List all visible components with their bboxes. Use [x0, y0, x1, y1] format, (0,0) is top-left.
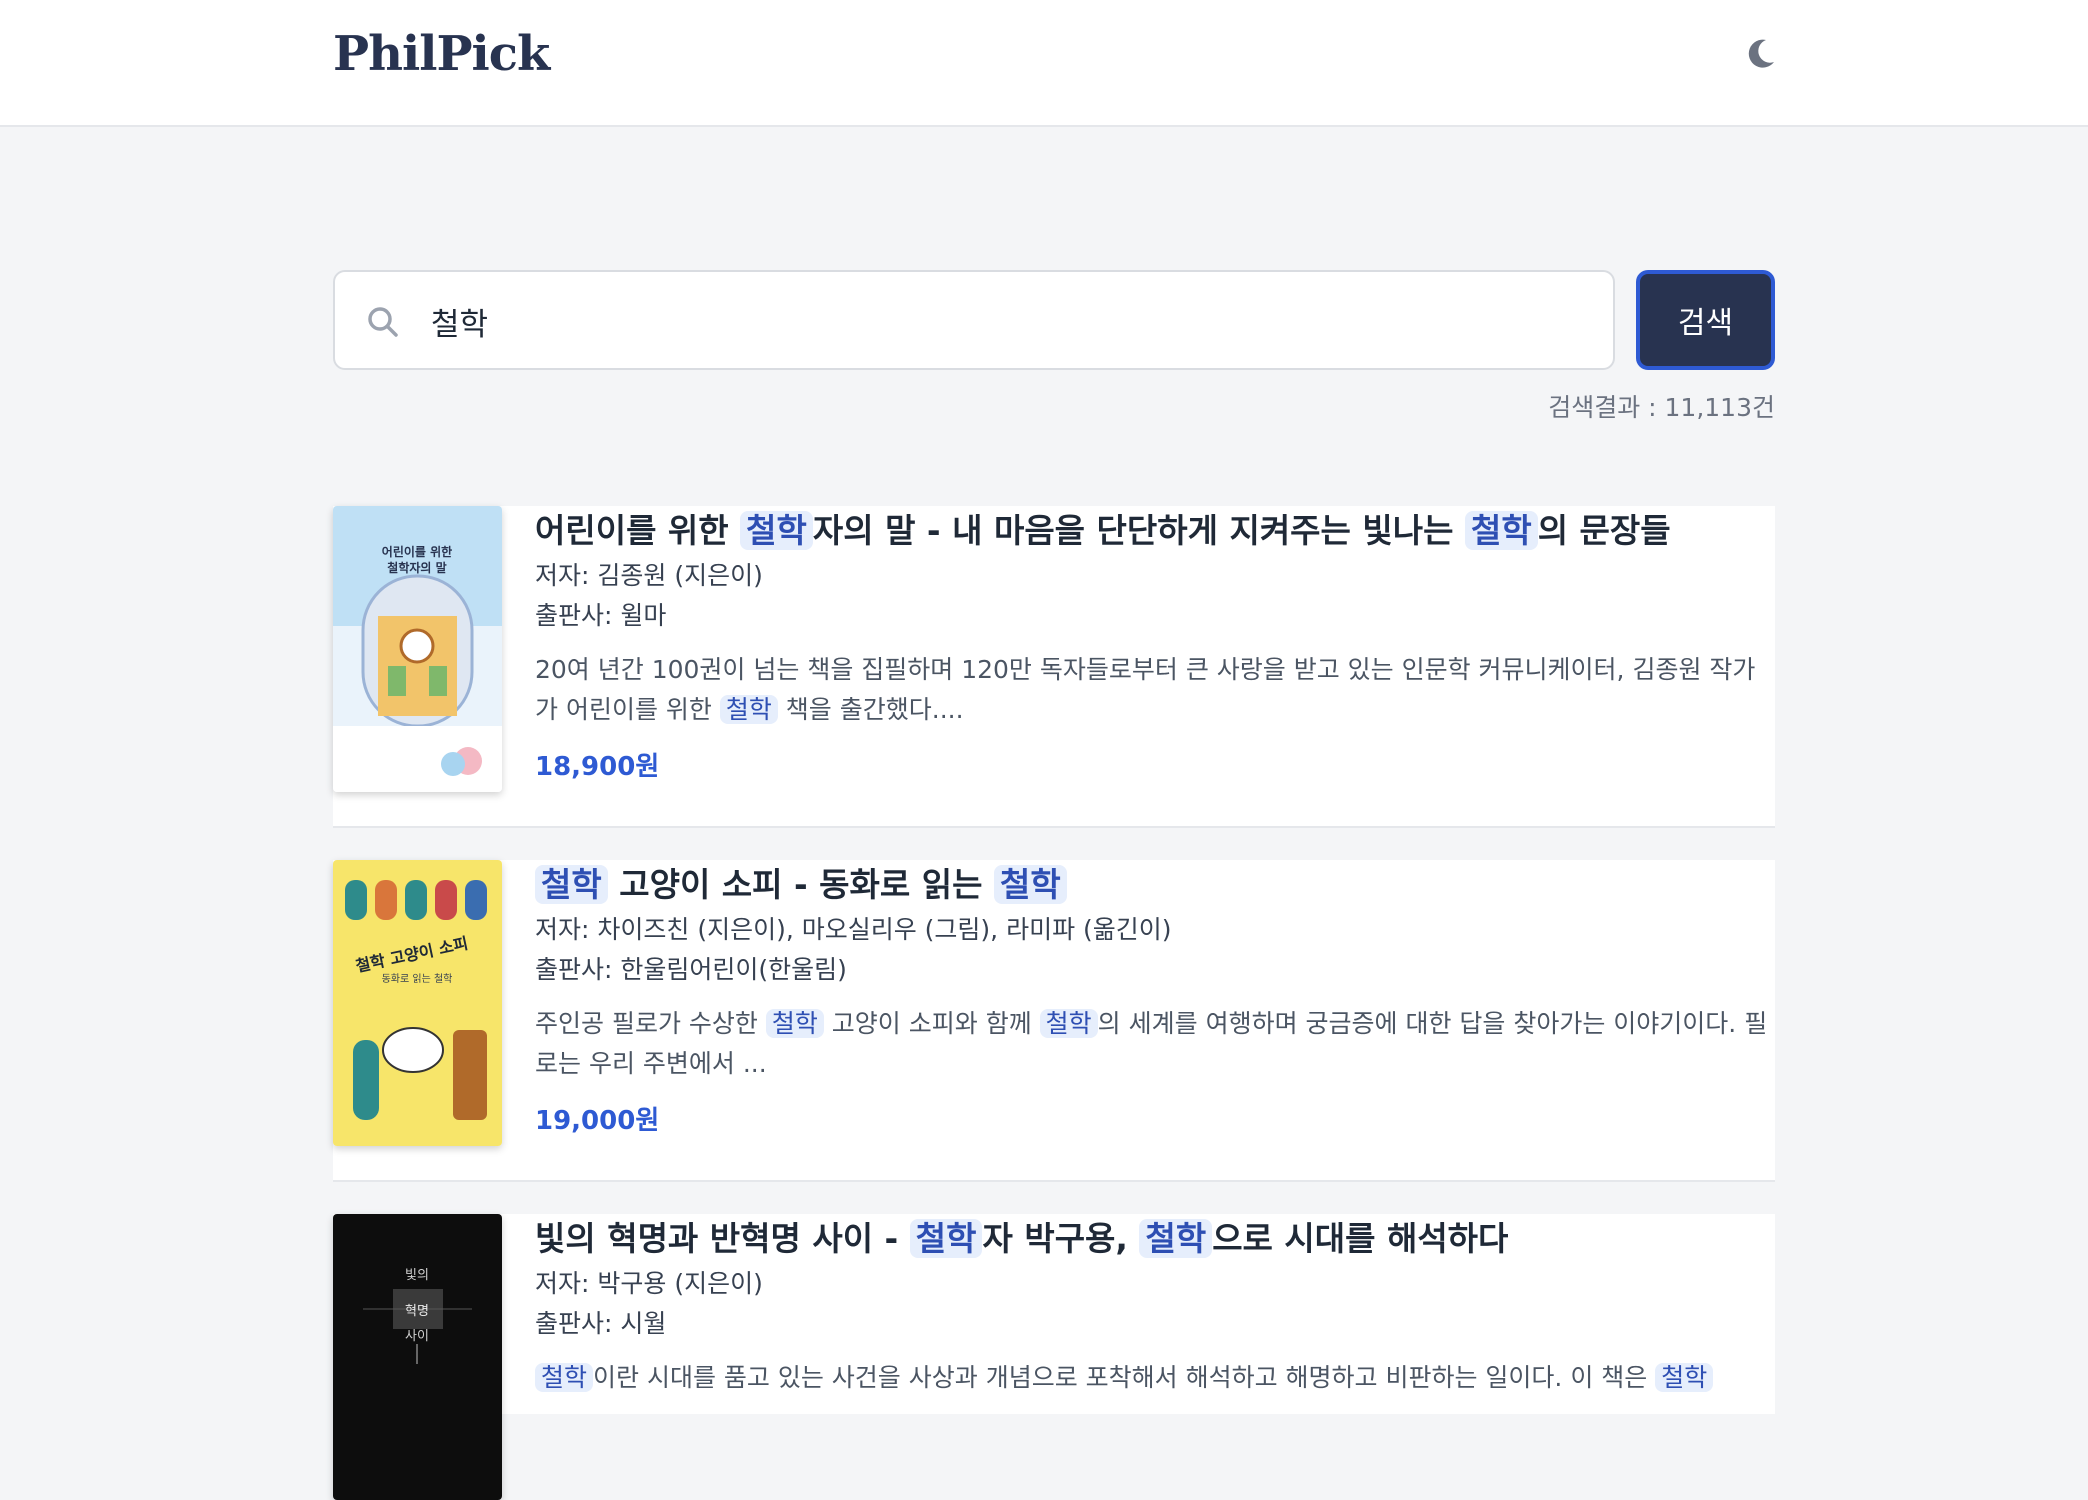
search-icon: [368, 307, 398, 337]
search-button[interactable]: 검색: [1636, 270, 1775, 370]
book-description: 철학 이란 시대를 품고 있는 사건을 사상과 개념으로 포착해서 해석하고 해명…: [535, 1358, 1775, 1398]
book-description: 주인공 필로가 수상한 철학 고양이 소피와 함께 철학 의 세계를 여행하며 궁…: [535, 1004, 1775, 1084]
search-input[interactable]: [431, 294, 1581, 348]
desc-text: 책을 출간했다....: [777, 695, 964, 724]
title-text: 자 박구용,: [982, 1219, 1140, 1258]
desc-highlight: 철학: [535, 1363, 594, 1392]
title-text: 의 문장들: [1537, 511, 1671, 550]
title-text: 어린이를 위한: [535, 511, 741, 550]
desc-text: 고양이 소피와 함께: [823, 1009, 1040, 1038]
title-highlight: 철학: [1464, 511, 1538, 550]
book-info: 철학 고양이 소피 - 동화로 읽는 철학 저자: 차이즈친 (지은이), 마오…: [535, 860, 1775, 1137]
top-nav-bar: PhilPick: [0, 0, 2088, 127]
book-author: 저자: 김종원 (지은이): [535, 561, 763, 590]
title-text: 자의 말 - 내 마음을 단단하게 지켜주는 빛나는: [812, 511, 1465, 550]
search-result-count: 검색결과 : 11,113건: [1548, 388, 1775, 424]
cover-title-line-2: 혁명: [405, 1304, 429, 1319]
title-text: 고양이 소피 - 동화로 읽는: [607, 865, 994, 904]
book-title[interactable]: 어린이를 위한 철학 자의 말 - 내 마음을 단단하게 지켜주는 빛나는 철학 의…: [535, 506, 1775, 556]
desc-highlight: 철학: [719, 695, 778, 724]
desc-highlight: 철학: [1655, 1363, 1714, 1392]
book-cover-image[interactable]: 어린이를 위한 철학자의 말: [333, 506, 502, 792]
book-title[interactable]: 빛의 혁명과 반혁명 사이 - 철학 자 박구용, 철학 으로 시대를 해석하다: [535, 1214, 1775, 1264]
desc-text: 주인공 필로가 수상한: [535, 1009, 766, 1038]
title-highlight: 철학: [1139, 1219, 1213, 1258]
book-author: 저자: 차이즈친 (지은이), 마오실리우 (그림), 라미파 (옮긴이): [535, 915, 1172, 944]
book-result-item[interactable]: 철학 고양이 소피 동화로 읽는 철학 철학 고양이 소피 - 동화로 읽는 철…: [333, 860, 1775, 1180]
book-publisher: 출판사: 윌마: [535, 601, 667, 630]
title-text: 으로 시대를 해석하다: [1212, 1219, 1509, 1258]
book-title[interactable]: 철학 고양이 소피 - 동화로 읽는 철학: [535, 860, 1775, 910]
book-description: 20여 년간 100권이 넘는 책을 집필하며 120만 독자들로부터 큰 사랑…: [535, 650, 1775, 730]
book-cover-image[interactable]: 빛의 혁명 사이: [333, 1214, 502, 1500]
title-highlight: 철학: [909, 1219, 983, 1258]
book-author: 저자: 박구용 (지은이): [535, 1269, 763, 1298]
title-highlight: 철학: [535, 865, 608, 904]
desc-highlight: 철학: [765, 1009, 824, 1038]
cover-title-line-3: 사이: [405, 1329, 429, 1344]
desc-highlight: 철학: [1039, 1009, 1098, 1038]
desc-text: 20여 년간 100권이 넘는 책을 집필하며 120만 독자들로부터 큰 사랑…: [535, 655, 1756, 724]
cover-title-line-2: 철학자의 말: [387, 560, 446, 575]
book-info: 빛의 혁명과 반혁명 사이 - 철학 자 박구용, 철학 으로 시대를 해석하다 저…: [535, 1214, 1775, 1398]
book-publisher: 출판사: 한울림어린이(한울림): [535, 955, 847, 984]
title-highlight: 철학: [740, 511, 813, 550]
book-publisher: 출판사: 시월: [535, 1309, 667, 1338]
book-info: 어린이를 위한 철학 자의 말 - 내 마음을 단단하게 지켜주는 빛나는 철학 의…: [535, 506, 1775, 783]
result-divider: [333, 826, 1775, 828]
result-count-label: 검색결과 :: [1548, 393, 1665, 422]
result-count-value: 11,113건: [1664, 393, 1775, 422]
book-result-item[interactable]: 빛의 혁명 사이 빛의 혁명과 반혁명 사이 - 철학 자 박구용, 철학 으로 시…: [333, 1214, 1775, 1500]
moon-icon: [1748, 39, 1774, 68]
title-highlight: 철학: [993, 865, 1067, 904]
book-result-item[interactable]: 어린이를 위한 철학자의 말 어린이를 위한 철학 자의 말 - 내 마음을 단단…: [333, 506, 1775, 826]
site-logo[interactable]: PhilPick: [333, 26, 550, 82]
cover-title-line-2: 동화로 읽는 철학: [382, 972, 453, 985]
book-price: 19,000원: [535, 1106, 660, 1136]
book-price: 18,900원: [535, 752, 660, 782]
search-bar: [333, 270, 1615, 370]
book-cover-image[interactable]: 철학 고양이 소피 동화로 읽는 철학: [333, 860, 502, 1146]
result-divider: [333, 1180, 1775, 1182]
desc-text: 이란 시대를 품고 있는 사건을 사상과 개념으로 포착해서 해석하고 해명하고…: [593, 1363, 1656, 1392]
dark-mode-toggle[interactable]: [1742, 34, 1780, 72]
cover-title-line-1: 어린이를 위한: [382, 544, 452, 559]
cover-title-line-1: 빛의: [405, 1268, 429, 1283]
title-text: 빛의 혁명과 반혁명 사이 -: [535, 1219, 910, 1258]
